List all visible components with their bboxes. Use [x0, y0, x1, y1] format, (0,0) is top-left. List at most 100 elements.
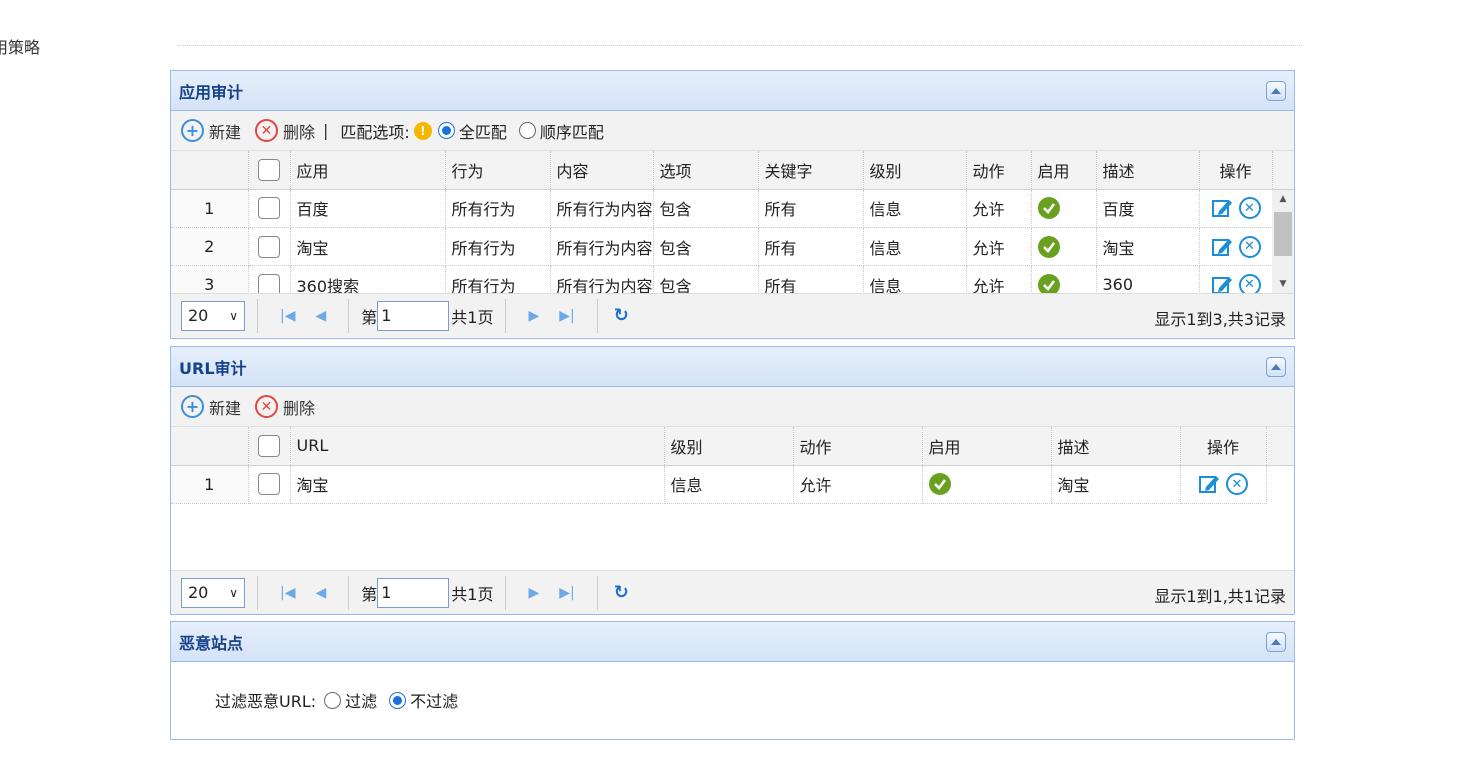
add-icon: + — [181, 119, 204, 142]
scroll-thumb[interactable] — [1274, 211, 1292, 256]
cell-desc: 百度 — [1096, 189, 1200, 228]
column-header[interactable]: 行为 — [445, 151, 551, 190]
row-checkbox[interactable] — [248, 189, 291, 228]
delete-row-icon[interactable]: ✕ — [1238, 235, 1261, 258]
filter-radio[interactable]: 过滤 — [324, 688, 377, 712]
new-button[interactable]: + 新建 — [181, 395, 241, 419]
delete-row-icon[interactable]: ✕ — [1238, 197, 1261, 220]
panel-title: URL审计 — [179, 358, 247, 378]
pager-divider — [505, 575, 507, 610]
collapse-button[interactable] — [1266, 357, 1286, 377]
checkbox-icon — [258, 158, 280, 181]
check-icon — [1037, 197, 1060, 220]
cell-level: 信息 — [863, 227, 967, 266]
edit-icon[interactable] — [1198, 473, 1220, 495]
filter-label: 过滤恶意URL: — [215, 692, 317, 711]
page-size-select[interactable]: 20 ∨ — [181, 577, 245, 608]
column-header[interactable]: 启用 — [922, 427, 1052, 466]
prev-page-icon[interactable]: ◀ — [315, 308, 326, 324]
scroll-up-icon[interactable]: ▲ — [1272, 190, 1294, 208]
collapse-button[interactable] — [1266, 81, 1286, 101]
pager-divider — [348, 575, 350, 610]
refresh-icon[interactable]: ↻ — [614, 582, 629, 603]
row-number: 1 — [171, 189, 249, 228]
new-label: 新建 — [209, 398, 242, 418]
cell-level: 信息 — [664, 465, 794, 504]
table-row[interactable]: 3 360搜索 所有行为 所有行为内容 包含 所有 信息 允许 360 ✕ — [171, 265, 1273, 293]
collapse-button[interactable] — [1266, 632, 1286, 652]
edit-icon[interactable] — [1211, 197, 1233, 219]
cell-app: 360搜索 — [290, 265, 446, 293]
row-checkbox[interactable] — [248, 465, 291, 504]
last-page-icon[interactable]: ▶| — [559, 585, 574, 601]
match-sequence-label: 顺序匹配 — [539, 122, 604, 142]
row-checkbox[interactable] — [248, 265, 291, 293]
column-header[interactable]: 描述 — [1051, 427, 1181, 466]
record-info: 显示1到3,共3记录 — [1154, 310, 1286, 329]
cell-content: 所有行为内容 — [550, 227, 654, 266]
delete-button[interactable]: ✕ 删除 — [255, 395, 315, 419]
delete-row-icon[interactable]: ✕ — [1226, 473, 1248, 495]
cell-option: 包含 — [653, 227, 759, 266]
page-number-input[interactable]: 1 — [377, 577, 450, 608]
malicious-site-panel: 恶意站点 过滤恶意URL: 过滤 不过滤 — [170, 621, 1295, 740]
rownum-header — [171, 427, 249, 466]
column-header[interactable]: URL — [290, 427, 665, 466]
last-page-icon[interactable]: ▶| — [559, 308, 574, 324]
toolbar-separator: | — [323, 121, 329, 140]
page-number-input[interactable]: 1 — [377, 300, 450, 331]
chevron-down-icon: ∨ — [229, 585, 238, 600]
next-page-icon[interactable]: ▶ — [528, 585, 539, 601]
edit-icon[interactable] — [1211, 274, 1233, 293]
cell-enabled — [1031, 265, 1097, 293]
refresh-icon[interactable]: ↻ — [614, 305, 629, 326]
row-checkbox[interactable] — [248, 227, 291, 266]
first-page-icon[interactable]: |◀ — [280, 585, 295, 601]
table-row[interactable]: 1 百度 所有行为 所有行为内容 包含 所有 信息 允许 百度 ✕ — [171, 189, 1273, 228]
next-page-icon[interactable]: ▶ — [528, 308, 539, 324]
cell-url: 淘宝 — [290, 465, 665, 504]
cell-ops: ✕ — [1180, 465, 1267, 504]
record-info: 显示1到1,共1记录 — [1154, 587, 1286, 606]
column-header[interactable]: 动作 — [966, 151, 1032, 190]
checkbox-icon — [258, 235, 280, 258]
edit-icon[interactable] — [1211, 236, 1233, 258]
new-button[interactable]: + 新建 — [181, 119, 241, 143]
cell-ops: ✕ — [1199, 189, 1273, 228]
column-header[interactable]: 动作 — [793, 427, 923, 466]
cell-content: 所有行为内容 — [550, 189, 654, 228]
match-sequence-radio[interactable]: 顺序匹配 — [518, 119, 604, 143]
delete-label: 删除 — [283, 122, 316, 142]
pager-divider — [505, 298, 507, 333]
column-header[interactable]: 应用 — [290, 151, 446, 190]
cell-content: 所有行为内容 — [550, 265, 654, 293]
no-filter-radio[interactable]: 不过滤 — [389, 688, 458, 712]
delete-button[interactable]: ✕ 删除 — [255, 119, 315, 143]
page-size-select[interactable]: 20 ∨ — [181, 300, 245, 331]
prev-page-icon[interactable]: ◀ — [315, 585, 326, 601]
column-header[interactable]: 关键字 — [758, 151, 864, 190]
pager-divider — [596, 298, 598, 333]
scroll-down-icon[interactable]: ▼ — [1272, 275, 1294, 293]
select-all-checkbox[interactable] — [248, 427, 291, 466]
table-row[interactable]: 1 淘宝 信息 允许 淘宝 ✕ — [171, 465, 1294, 504]
match-all-radio[interactable]: 全匹配 — [437, 119, 507, 143]
column-header[interactable]: 级别 — [664, 427, 794, 466]
table-header-row: URL 级别 动作 启用 描述 操作 — [171, 427, 1294, 466]
cell-enabled — [1031, 189, 1097, 228]
pager-divider — [257, 298, 258, 333]
first-page-icon[interactable]: |◀ — [280, 308, 295, 324]
vertical-scrollbar[interactable]: ▲ ▼ — [1272, 189, 1294, 293]
checkbox-icon — [258, 197, 280, 220]
collapse-up-icon — [1271, 364, 1281, 370]
delete-row-icon[interactable]: ✕ — [1238, 273, 1261, 293]
column-header[interactable]: 内容 — [550, 151, 654, 190]
table-row[interactable]: 2 淘宝 所有行为 所有行为内容 包含 所有 信息 允许 淘宝 ✕ — [171, 227, 1273, 266]
column-header[interactable]: 级别 — [863, 151, 967, 190]
column-header[interactable]: 描述 — [1096, 151, 1200, 190]
collapse-up-icon — [1271, 639, 1281, 645]
match-option-label: 匹配选项: — [340, 122, 410, 142]
select-all-checkbox[interactable] — [248, 151, 291, 190]
column-header[interactable]: 选项 — [653, 151, 759, 190]
column-header[interactable]: 启用 — [1031, 151, 1097, 190]
